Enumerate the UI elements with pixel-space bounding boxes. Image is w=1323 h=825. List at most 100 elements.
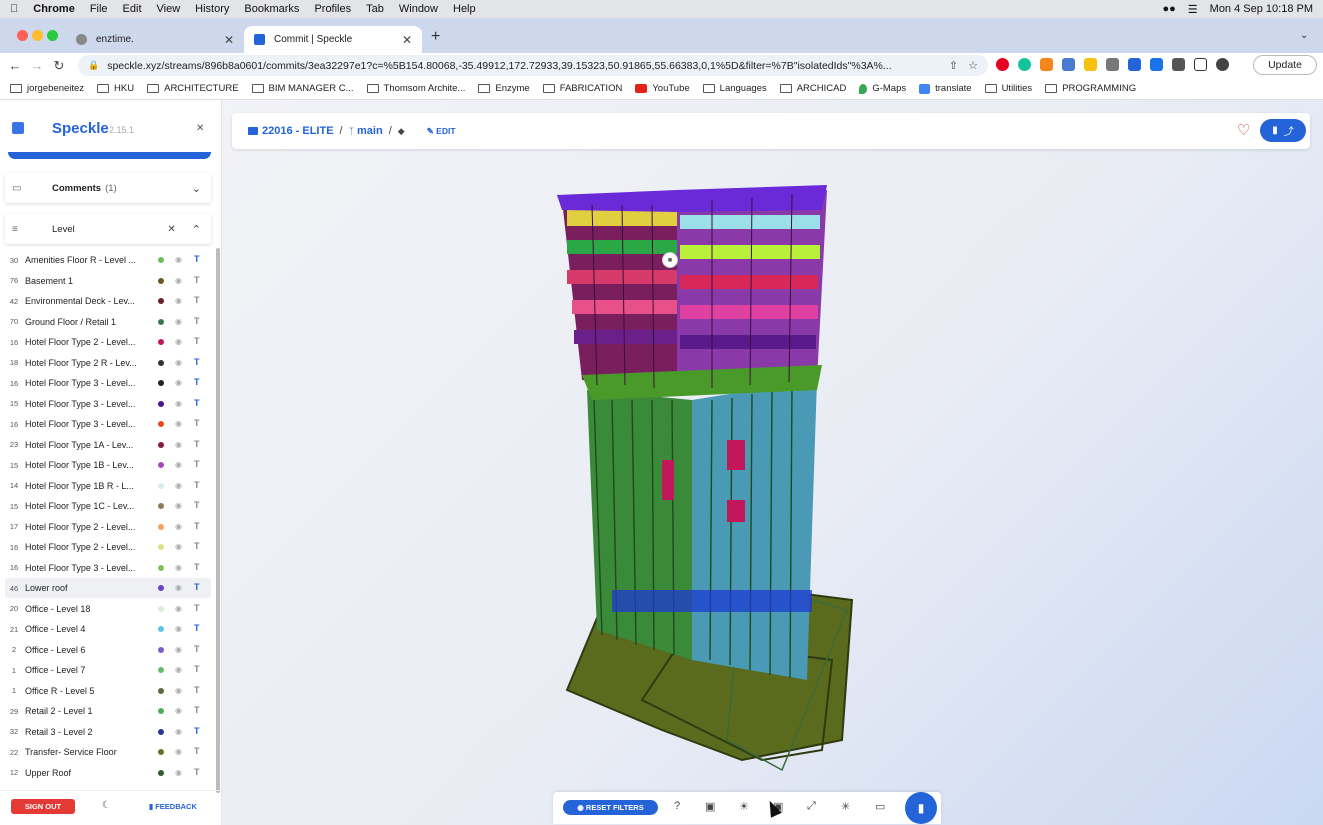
pinterest-icon[interactable] [996,58,1009,71]
filter-name[interactable]: Office R - Level 5 [25,686,140,696]
apple-icon[interactable]:  [10,3,18,15]
sidebar-scrollbar[interactable] [216,248,220,793]
filter-name[interactable]: Office - Level 4 [25,624,140,634]
share-button[interactable]: ▮ ⤴ [1260,119,1306,142]
filter-name[interactable]: Hotel Floor Type 2 - Level... [25,542,140,552]
filter-color-swatch[interactable] [158,687,164,694]
filter-row[interactable]: 18 Hotel Floor Type 2 R - Lev... ◉ T [5,353,211,373]
isolate-filter-icon[interactable]: T [194,541,200,551]
filter-color-swatch[interactable] [158,339,164,345]
eye-icon[interactable]: ◉ [175,747,182,756]
extension-icon[interactable] [1062,58,1075,71]
filter-name[interactable]: Upper Roof [25,768,140,778]
menu-window[interactable]: Window [399,3,438,15]
feedback-button[interactable]: ▮ FEEDBACK [149,802,197,811]
eye-icon[interactable]: ◉ [175,686,182,695]
filter-color-swatch[interactable] [158,400,164,407]
isolate-filter-icon[interactable]: T [194,377,200,387]
filter-color-swatch[interactable] [158,523,164,530]
isolate-filter-icon[interactable]: T [194,685,200,695]
filter-color-swatch[interactable] [158,277,164,284]
filter-name[interactable]: Ground Floor / Retail 1 [25,317,140,327]
isolate-filter-icon[interactable]: T [194,254,200,264]
filter-color-swatch[interactable] [158,585,164,591]
isolate-filter-icon[interactable]: T [194,275,200,285]
eye-icon[interactable]: ◉ [175,378,182,387]
stream-link[interactable]: 22016 - ELITE [262,125,334,137]
isolate-filter-icon[interactable]: T [194,664,200,674]
filter-color-swatch[interactable] [158,749,164,755]
filter-name[interactable]: Hotel Floor Type 1B R - L... [25,481,140,491]
sidepanel-icon[interactable] [1194,58,1207,71]
brand-name[interactable]: Speckle [52,120,109,137]
filter-color-swatch[interactable] [158,380,164,386]
bookmark[interactable]: Utilities [984,83,1032,94]
isolate-filter-icon[interactable]: T [194,746,200,756]
menu-tab[interactable]: Tab [366,3,384,15]
eye-icon[interactable]: ◉ [175,501,182,510]
eye-icon[interactable]: ◉ [175,481,182,490]
filter-row[interactable]: 15 Hotel Floor Type 1C - Lev... ◉ T [5,496,211,516]
filter-color-swatch[interactable] [158,298,164,304]
filter-row[interactable]: 42 Environmental Deck - Lev... ◉ T [5,291,211,311]
comments-panel-header[interactable]: ▭ Comments (1) ⌄ [5,173,211,203]
forward-icon[interactable]: → [26,58,48,73]
isolate-filter-icon[interactable]: T [194,316,200,326]
menu-chrome[interactable]: Chrome [33,3,75,15]
isolate-filter-icon[interactable]: T [194,398,200,408]
extension-icon[interactable] [1128,58,1141,71]
filter-panel-header[interactable]: ≡ Level ✕ ⌃ [5,214,211,244]
sidebar-action-button[interactable] [8,152,211,159]
filter-color-swatch[interactable] [158,605,164,612]
filter-color-swatch[interactable] [158,564,164,571]
isolate-filter-icon[interactable]: T [194,767,200,777]
filter-row[interactable]: 32 Retail 3 - Level 2 ◉ T [5,722,211,742]
isolate-filter-icon[interactable]: T [194,582,200,592]
bookmark[interactable]: FABRICATION [542,83,622,94]
bookmark[interactable]: translate [919,83,972,94]
filter-row[interactable]: 14 Hotel Floor Type 1B R - L... ◉ T [5,476,211,496]
filter-row[interactable]: 1 Office - Level 7 ◉ T [5,660,211,680]
grammarly-icon[interactable] [1018,58,1031,71]
eye-icon[interactable]: ◉ [175,768,182,777]
new-tab-icon[interactable]: + [431,28,440,46]
menubar-datetime[interactable]: Mon 4 Sep 10:18 PM [1210,3,1313,15]
edit-button[interactable]: ✎ EDIT [427,126,456,137]
filter-name[interactable]: Office - Level 6 [25,645,140,655]
bookmark[interactable]: YouTube [635,83,690,94]
isolate-filter-icon[interactable]: T [194,480,200,490]
update-button[interactable]: Update [1253,55,1317,75]
commit-icon[interactable]: ◆ [398,126,405,137]
filter-row[interactable]: 16 Hotel Floor Type 3 - Level... ◉ T [5,373,211,393]
isolate-filter-icon[interactable]: T [194,623,200,633]
extension-icon[interactable] [1084,58,1097,71]
filter-color-swatch[interactable] [158,257,164,263]
profile-avatar[interactable] [1216,58,1229,71]
filter-row[interactable]: 16 Hotel Floor Type 2 - Level... ◉ T [5,332,211,352]
isolate-filter-icon[interactable]: T [194,418,200,428]
filter-color-swatch[interactable] [158,544,164,550]
isolate-filter-icon[interactable]: T [194,603,200,613]
extension-icon[interactable] [1150,58,1163,71]
filter-row[interactable]: 46 Lower roof ◉ T [5,578,211,598]
filter-name[interactable]: Retail 3 - Level 2 [25,727,140,737]
filter-name[interactable]: Transfer- Service Floor [25,747,140,757]
eye-icon[interactable]: ◉ [175,563,182,572]
eye-icon[interactable]: ◉ [175,542,182,551]
filter-name[interactable]: Hotel Floor Type 3 - Level... [25,419,140,429]
isolate-filter-icon[interactable]: T [194,562,200,572]
eye-icon[interactable]: ◉ [175,665,182,674]
filter-row[interactable]: 1 Office R - Level 5 ◉ T [5,681,211,701]
speckle-logo-icon[interactable] [12,122,24,134]
branch-link[interactable]: main [357,125,383,137]
window-close-icon[interactable] [17,30,28,41]
close-tab-icon[interactable]: ✕ [224,33,234,47]
isolate-filter-icon[interactable]: T [194,336,200,346]
eye-icon[interactable]: ◉ [175,604,182,613]
filter-row[interactable]: 29 Retail 2 - Level 1 ◉ T [5,701,211,721]
filter-color-swatch[interactable] [158,421,164,427]
isolate-filter-icon[interactable]: T [194,521,200,531]
eye-icon[interactable]: ◉ [175,255,182,264]
window-minimize-icon[interactable] [32,30,43,41]
menu-bookmarks[interactable]: Bookmarks [244,3,299,15]
